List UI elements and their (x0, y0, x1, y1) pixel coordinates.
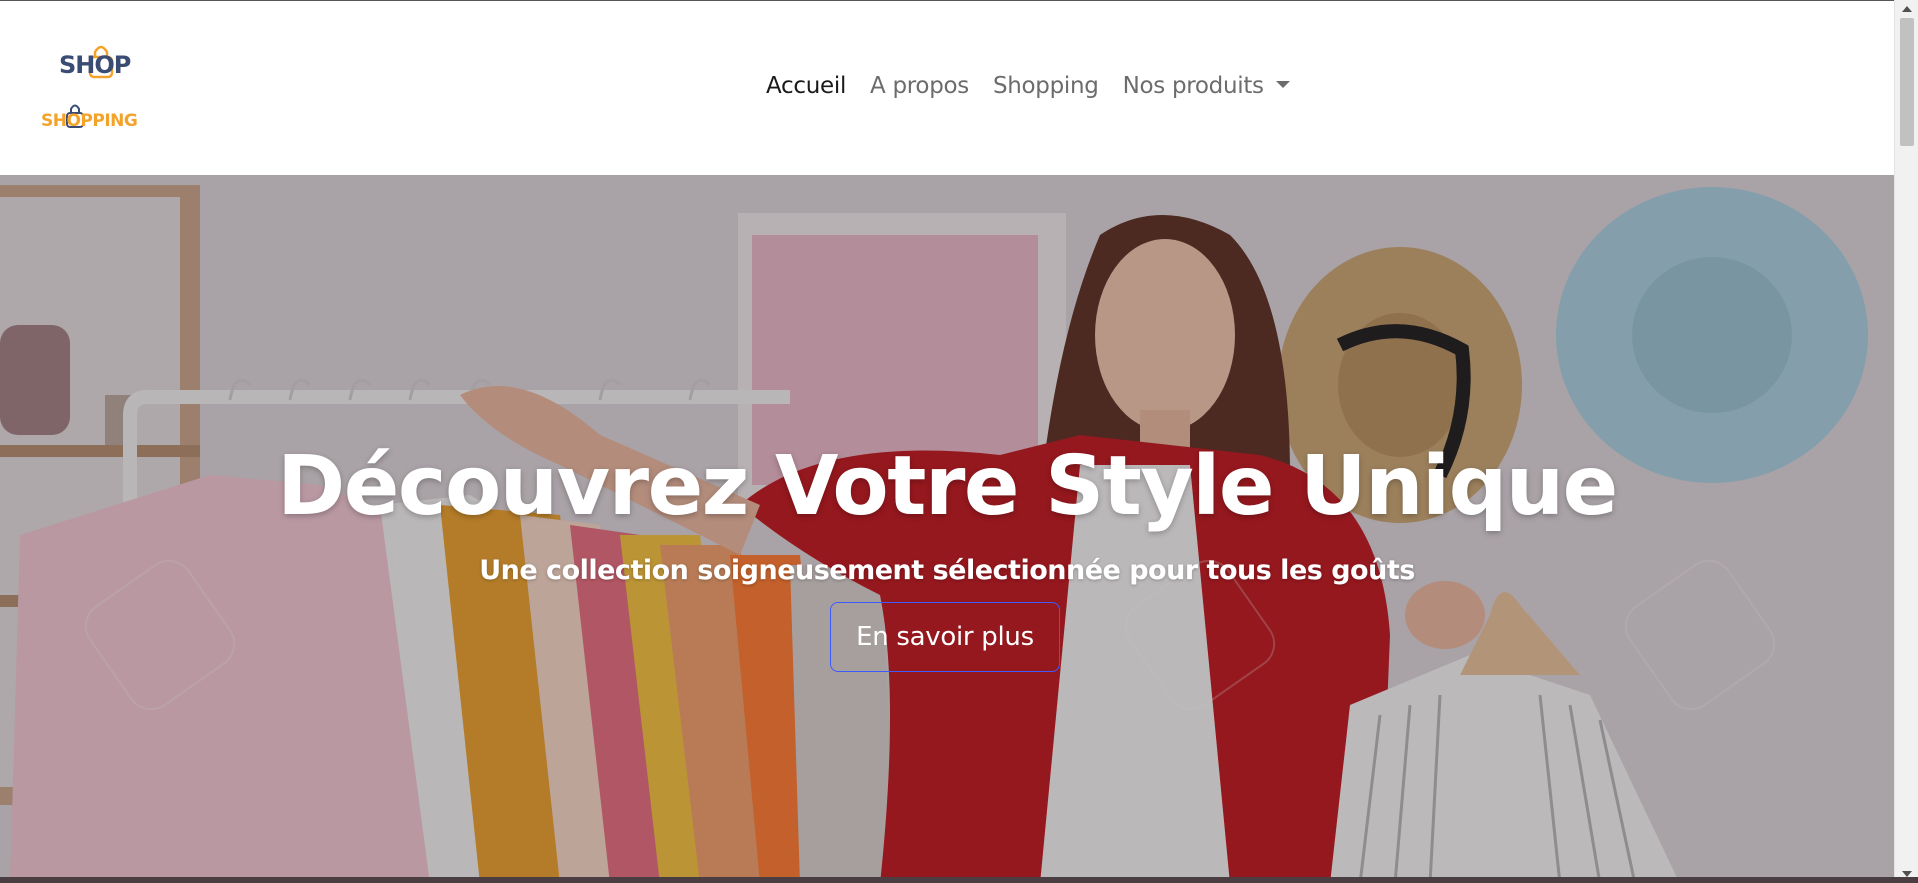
scroll-thumb[interactable] (1900, 18, 1914, 146)
nav-item-nos-produits[interactable]: Nos produits (1111, 73, 1302, 99)
vertical-scrollbar[interactable] (1894, 0, 1918, 883)
logo-shopping[interactable]: SHOPPING (38, 101, 148, 141)
scroll-up-arrow-icon[interactable] (1902, 6, 1912, 12)
nav-item-nos-produits-label: Nos produits (1122, 73, 1264, 99)
hero-title: Découvrez Votre Style Unique (277, 439, 1618, 534)
logo-shop-text: SHOP (59, 51, 131, 79)
logo-shop[interactable]: SHOP (56, 39, 136, 89)
hero-section: Découvrez Votre Style Unique Une collect… (0, 175, 1894, 883)
nav-item-accueil[interactable]: Accueil (766, 73, 858, 99)
hero-subtitle: Une collection soigneusement sélectionné… (479, 555, 1415, 586)
learn-more-button[interactable]: En savoir plus (830, 602, 1060, 672)
page-viewport: SHOP SHOPPING Accueil A propos Shopping … (0, 0, 1894, 883)
caret-down-icon (1275, 81, 1290, 88)
navbar: SHOP SHOPPING Accueil A propos Shopping … (0, 1, 1894, 175)
main-nav: Accueil A propos Shopping Nos produits (766, 73, 1302, 99)
nav-item-a-propos[interactable]: A propos (858, 73, 981, 99)
bottom-edge (0, 877, 1918, 883)
nav-item-shopping[interactable]: Shopping (981, 73, 1111, 99)
logo-shopping-text: SHOPPING (41, 111, 138, 131)
